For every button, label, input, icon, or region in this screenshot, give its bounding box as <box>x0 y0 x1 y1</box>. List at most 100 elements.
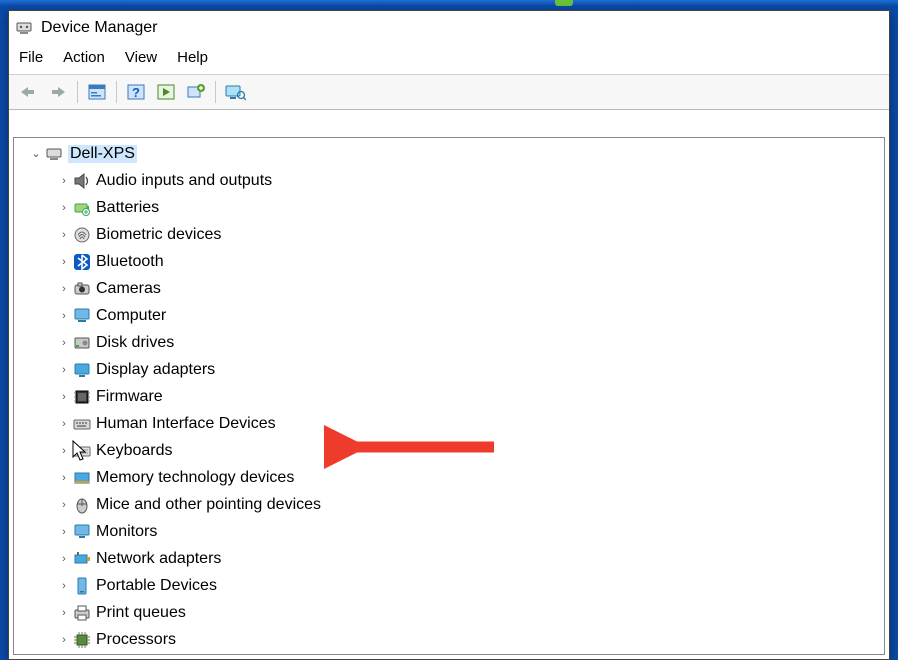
chevron-right-icon[interactable]: › <box>56 526 72 538</box>
print-queues-icon <box>72 603 92 623</box>
monitors-icon <box>72 522 92 542</box>
biometric-icon <box>72 225 92 245</box>
menu-view[interactable]: View <box>125 49 157 66</box>
device-manager-icon <box>15 19 33 37</box>
device-manager-window: Device Manager File Action View Help ? <box>8 10 890 660</box>
chevron-right-icon[interactable]: › <box>56 202 72 214</box>
disk-drives-icon <box>72 333 92 353</box>
mice-icon <box>72 495 92 515</box>
tree-category-bluetooth[interactable]: › Bluetooth <box>14 248 884 275</box>
tree-category-hid[interactable]: › Human Interface Devices <box>14 410 884 437</box>
chevron-right-icon[interactable]: › <box>56 553 72 565</box>
tree-category-label[interactable]: Print queues <box>96 604 186 622</box>
menu-help[interactable]: Help <box>177 49 208 66</box>
firmware-icon <box>72 387 92 407</box>
audio-inputs-icon <box>72 171 92 191</box>
tree-category-cameras[interactable]: › Cameras <box>14 275 884 302</box>
outer-window-frame: Device Manager File Action View Help ? <box>0 0 898 660</box>
processors-icon <box>72 630 92 650</box>
forward-button[interactable] <box>44 79 72 105</box>
add-hardware-button[interactable] <box>182 79 210 105</box>
properties-pane-button[interactable] <box>83 79 111 105</box>
chevron-right-icon[interactable]: › <box>56 634 72 646</box>
tree-category-computer[interactable]: › Computer <box>14 302 884 329</box>
tree-category-label[interactable]: Firmware <box>96 388 163 406</box>
chevron-right-icon[interactable]: › <box>56 499 72 511</box>
chevron-right-icon[interactable]: › <box>56 445 72 457</box>
hid-icon <box>72 414 92 434</box>
tree-category-mice[interactable]: › Mice and other pointing devices <box>14 491 884 518</box>
chevron-right-icon[interactable]: › <box>56 580 72 592</box>
tree-category-audio-inputs[interactable]: › Audio inputs and outputs <box>14 167 884 194</box>
svg-text:?: ? <box>132 85 140 100</box>
bluetooth-icon <box>72 252 92 272</box>
tree-category-label[interactable]: Memory technology devices <box>96 469 294 487</box>
chevron-right-icon[interactable]: › <box>56 256 72 268</box>
tree-category-label[interactable]: Mice and other pointing devices <box>96 496 321 514</box>
chevron-right-icon[interactable]: › <box>56 310 72 322</box>
chevron-down-icon[interactable]: ⌄ <box>28 147 44 160</box>
shield-badge <box>555 0 573 6</box>
chevron-right-icon[interactable]: › <box>56 364 72 376</box>
tree-category-firmware[interactable]: › Firmware <box>14 383 884 410</box>
help-button[interactable]: ? <box>122 79 150 105</box>
title-row: Device Manager <box>9 11 889 43</box>
menu-file[interactable]: File <box>19 49 43 66</box>
menubar: File Action View Help <box>9 43 889 74</box>
chevron-right-icon[interactable]: › <box>56 472 72 484</box>
tree-root-label[interactable]: Dell-XPS <box>68 145 137 163</box>
portable-devices-icon <box>72 576 92 596</box>
tree-root[interactable]: ⌄ Dell-XPS <box>14 140 884 167</box>
batteries-icon <box>72 198 92 218</box>
tree-category-monitors[interactable]: › Monitors <box>14 518 884 545</box>
tree-category-batteries[interactable]: › Batteries <box>14 194 884 221</box>
tree-category-display-adapters[interactable]: › Display adapters <box>14 356 884 383</box>
tree-category-processors[interactable]: › Processors <box>14 626 884 653</box>
toolbar-separator <box>215 81 216 103</box>
cameras-icon <box>72 279 92 299</box>
tree-category-label[interactable]: Bluetooth <box>96 253 164 271</box>
back-button[interactable] <box>14 79 42 105</box>
chevron-right-icon[interactable]: › <box>56 418 72 430</box>
device-tree[interactable]: ⌄ Dell-XPS › Audio inputs and outputs › Bat… <box>13 137 885 655</box>
display-adapters-icon <box>72 360 92 380</box>
tree-category-disk-drives[interactable]: › Disk drives <box>14 329 884 356</box>
chevron-right-icon[interactable]: › <box>56 391 72 403</box>
toolbar-separator <box>77 81 78 103</box>
tree-category-label[interactable]: Cameras <box>96 280 161 298</box>
tree-category-biometric[interactable]: › Biometric devices <box>14 221 884 248</box>
tree-category-label[interactable]: Biometric devices <box>96 226 221 244</box>
tree-category-label[interactable]: Portable Devices <box>96 577 217 595</box>
tree-category-label[interactable]: Display adapters <box>96 361 215 379</box>
computer-icon <box>72 306 92 326</box>
computer-root-icon <box>44 144 64 164</box>
action-pane-button[interactable] <box>152 79 180 105</box>
keyboards-icon <box>72 441 92 461</box>
tree-category-label[interactable]: Batteries <box>96 199 159 217</box>
network-adapters-icon <box>72 549 92 569</box>
tree-category-keyboards[interactable]: › Keyboards <box>14 437 884 464</box>
tree-category-label[interactable]: Disk drives <box>96 334 174 352</box>
toolbar-separator <box>116 81 117 103</box>
tree-category-label[interactable]: Network adapters <box>96 550 221 568</box>
tree-category-memory-tech[interactable]: › Memory technology devices <box>14 464 884 491</box>
chevron-right-icon[interactable]: › <box>56 607 72 619</box>
chevron-right-icon[interactable]: › <box>56 283 72 295</box>
tree-category-label[interactable]: Processors <box>96 631 176 649</box>
tree-category-portable-devices[interactable]: › Portable Devices <box>14 572 884 599</box>
tree-category-label[interactable]: Audio inputs and outputs <box>96 172 272 190</box>
memory-tech-icon <box>72 468 92 488</box>
titlebar-strip <box>0 0 898 6</box>
tree-category-label[interactable]: Keyboards <box>96 442 173 460</box>
menu-action[interactable]: Action <box>63 49 105 66</box>
tree-category-print-queues[interactable]: › Print queues <box>14 599 884 626</box>
chevron-right-icon[interactable]: › <box>56 175 72 187</box>
monitors-toolbar-button[interactable] <box>221 79 249 105</box>
tree-category-network-adapters[interactable]: › Network adapters <box>14 545 884 572</box>
tree-category-label[interactable]: Monitors <box>96 523 157 541</box>
chevron-right-icon[interactable]: › <box>56 229 72 241</box>
window-title: Device Manager <box>41 19 158 37</box>
chevron-right-icon[interactable]: › <box>56 337 72 349</box>
tree-category-label[interactable]: Human Interface Devices <box>96 415 276 433</box>
tree-category-label[interactable]: Computer <box>96 307 166 325</box>
